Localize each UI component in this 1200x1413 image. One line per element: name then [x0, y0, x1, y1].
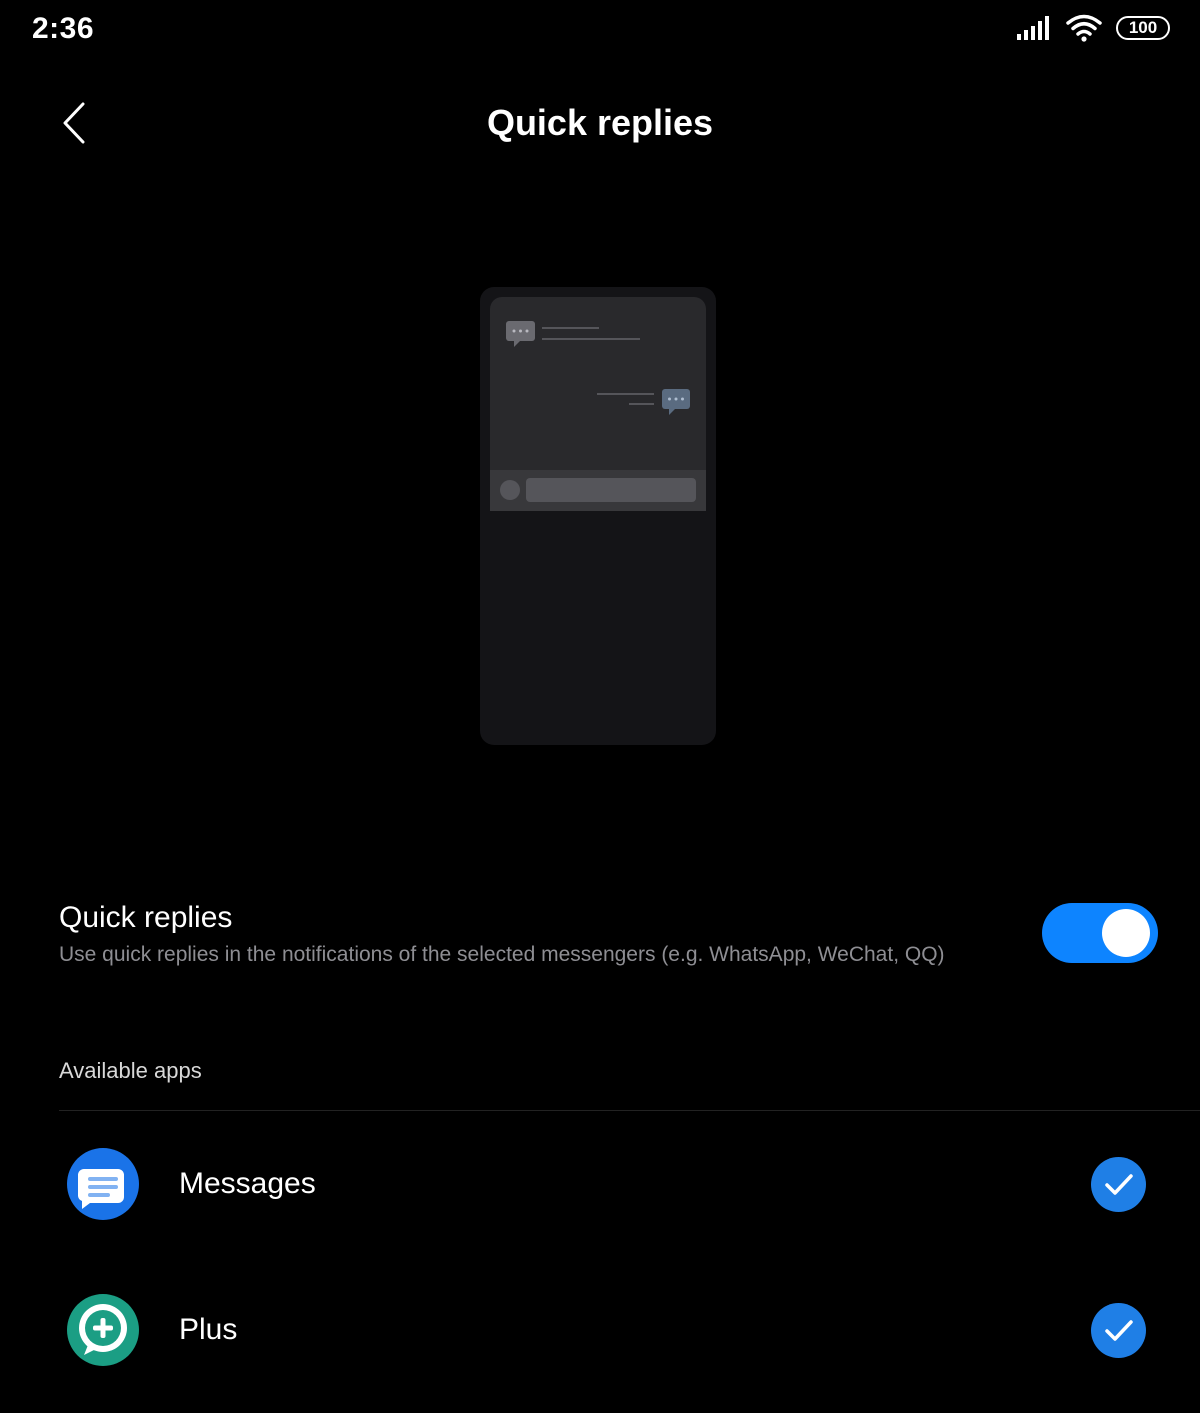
app-row-plus[interactable]: Plus — [0, 1293, 1200, 1413]
page-title: Quick replies — [486, 102, 714, 143]
setting-title: Quick replies — [59, 901, 233, 934]
plus-app-icon — [67, 1294, 139, 1366]
app-checkbox-messages[interactable] — [1091, 1157, 1146, 1212]
status-time: 2:36 — [32, 12, 95, 45]
header: Quick replies — [0, 80, 1200, 170]
signal-icon — [1017, 16, 1049, 40]
status-bar: 2:36 100 — [0, 0, 1200, 60]
checkmark-icon — [1104, 1319, 1133, 1341]
status-icons: 100 — [1016, 14, 1170, 42]
checkmark-icon — [1104, 1173, 1133, 1195]
quick-replies-setting[interactable]: Quick replies Use quick replies in the n… — [59, 895, 1159, 985]
app-label: Messages — [179, 1167, 316, 1200]
messages-app-icon — [67, 1148, 139, 1220]
quick-replies-toggle[interactable] — [1042, 903, 1158, 963]
app-checkbox-plus[interactable] — [1091, 1303, 1146, 1358]
toggle-knob — [1102, 909, 1150, 957]
app-row-messages[interactable]: Messages — [0, 1147, 1200, 1267]
wifi-icon — [1066, 14, 1102, 42]
section-label-available-apps: Available apps — [59, 1058, 202, 1083]
battery-icon: 100 — [1116, 16, 1170, 40]
app-label: Plus — [179, 1313, 238, 1346]
divider — [59, 1110, 1200, 1111]
quick-reply-illustration — [480, 287, 716, 745]
battery-level: 100 — [1128, 18, 1158, 37]
setting-description: Use quick replies in the notifications o… — [59, 943, 945, 966]
